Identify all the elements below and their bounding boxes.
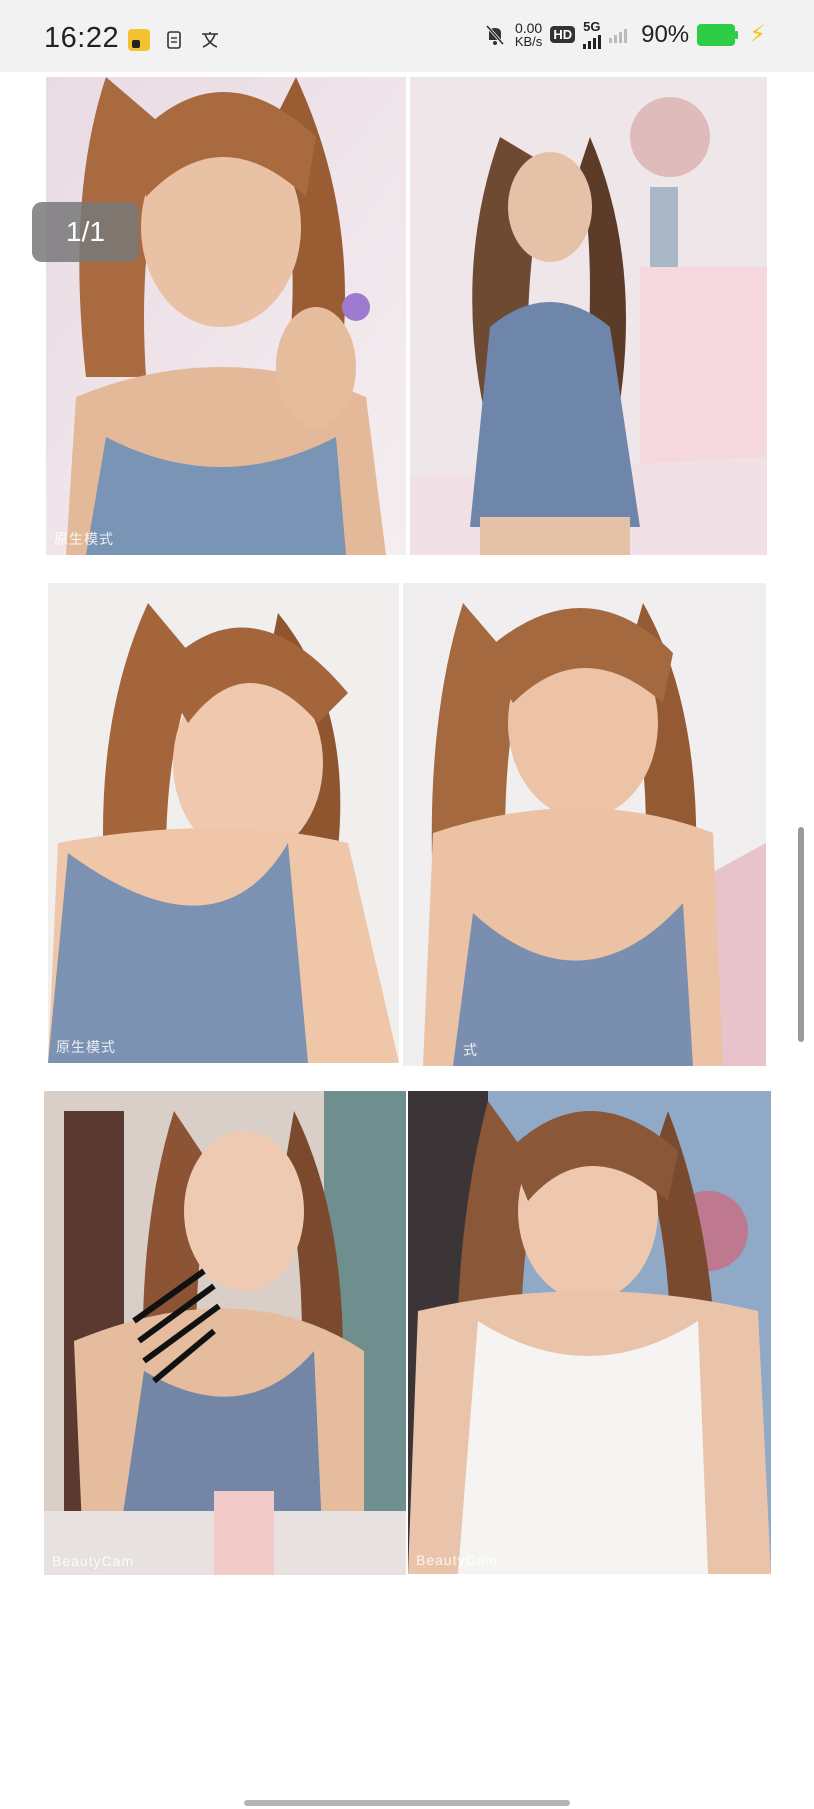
photo-3-watermark: 原生模式 <box>56 1039 116 1055</box>
battery-icon <box>697 23 739 46</box>
photo-3[interactable]: 原生模式 <box>48 583 399 1063</box>
network-indicator: 5G <box>583 18 602 49</box>
photo-1[interactable]: 原生模式 <box>46 77 406 555</box>
translate-icon <box>198 28 222 52</box>
status-left-icons <box>128 28 222 52</box>
home-indicator[interactable] <box>244 1800 570 1806</box>
photo-6[interactable]: BeautyCam <box>408 1091 771 1574</box>
status-time: 16:22 <box>44 22 120 54</box>
mute-icon <box>483 23 507 47</box>
signal-secondary-icon <box>609 27 628 43</box>
page-indicator: 1/1 <box>32 202 139 262</box>
status-right-icons: 0.00 KB/s HD 5G 90% ⚡ <box>483 20 766 49</box>
net-speed: 0.00 KB/s <box>515 21 542 49</box>
photo-5[interactable]: BeautyCam <box>44 1091 406 1575</box>
photo-4-watermark: 式 <box>463 1042 478 1058</box>
net-speed-unit: KB/s <box>514 33 543 49</box>
photo-2[interactable] <box>410 77 767 555</box>
charging-icon: ⚡ <box>749 21 766 48</box>
hd-badge: HD <box>550 26 576 43</box>
photo-6-watermark: BeautyCam <box>416 1552 499 1568</box>
status-bar: 16:22 0.00 KB/s HD 5G 90% ⚡ <box>0 0 814 72</box>
signal-icon <box>583 33 602 49</box>
scrollbar-thumb[interactable] <box>798 827 804 1042</box>
photo-1-watermark: 原生模式 <box>54 531 114 547</box>
battery-percent: 90% <box>641 20 690 48</box>
photo-4[interactable]: 式 <box>403 583 766 1066</box>
document-icon <box>162 28 186 52</box>
network-label: 5G <box>583 18 601 34</box>
app-notification-icon <box>128 29 150 51</box>
photo-5-watermark: BeautyCam <box>52 1553 135 1569</box>
net-speed-value: 0.00 <box>514 19 543 36</box>
